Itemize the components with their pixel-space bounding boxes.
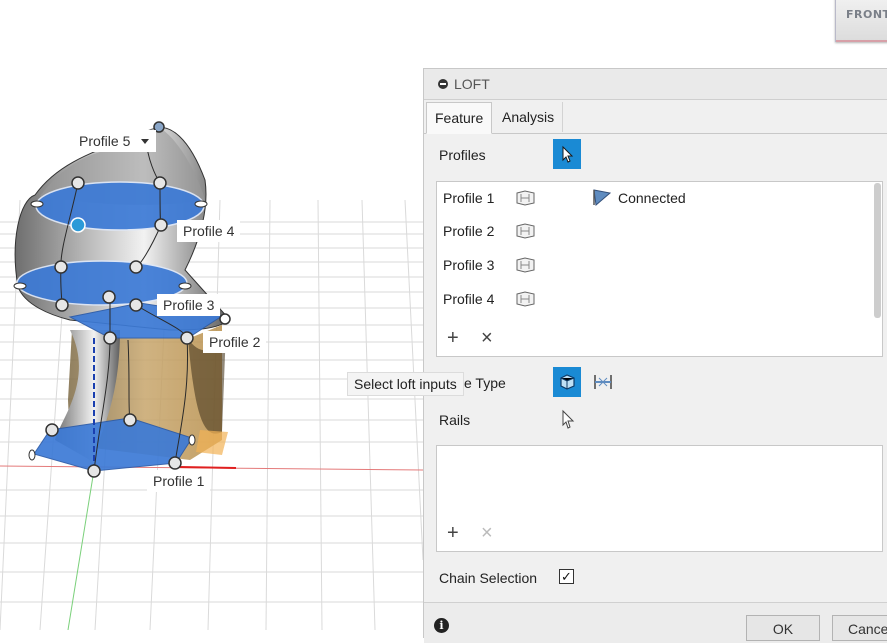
remove-rail-button[interactable]: ×	[481, 523, 493, 543]
profile-row-3[interactable]: Profile 3	[443, 257, 494, 273]
dropdown-triangle-icon[interactable]	[141, 139, 150, 144]
connected-flag-icon	[593, 189, 612, 206]
sketch-profile-icon	[516, 291, 535, 307]
profile-row-2[interactable]: Profile 2	[443, 223, 494, 239]
profiles-label: Profiles	[439, 147, 486, 163]
loft-dialog-header[interactable]: LOFT	[424, 69, 887, 100]
profile-5-label-text: Profile 5	[79, 133, 131, 149]
profile-4-label[interactable]: Profile 4	[177, 220, 241, 242]
profile-3-label[interactable]: Profile 3	[157, 294, 221, 316]
end-type-label: e Type	[464, 375, 506, 391]
profile-row-2-label: Profile 2	[443, 223, 495, 239]
view-cube-front-label: FRONT	[846, 8, 887, 21]
sketch-profile-icon	[516, 190, 535, 206]
profiles-select-button[interactable]	[553, 139, 581, 169]
profiles-list-scrollbar[interactable]	[874, 183, 881, 318]
profile-1-label[interactable]: Profile 1	[147, 470, 211, 492]
select-loft-inputs-tooltip: Select loft inputs	[347, 372, 464, 396]
loft-type-solid-button[interactable]	[553, 367, 581, 397]
sketch-profile-icon	[516, 223, 535, 239]
add-profile-button[interactable]: +	[447, 328, 459, 348]
tab-analysis[interactable]: Analysis	[494, 102, 564, 132]
chain-selection-label: Chain Selection	[439, 570, 538, 586]
checkmark-icon: ✓	[561, 569, 572, 584]
profile-row-4[interactable]: Profile 4	[443, 291, 494, 307]
connected-status: Connected	[618, 190, 686, 206]
profile-row-4-label: Profile 4	[443, 291, 495, 307]
solid-cube-icon	[560, 374, 575, 390]
add-rail-button[interactable]: +	[447, 523, 459, 543]
tab-feature[interactable]: Feature	[426, 102, 493, 134]
loft-tabs: Feature Analysis	[424, 101, 887, 134]
rails-label: Rails	[439, 412, 471, 428]
remove-profile-button[interactable]: ×	[481, 328, 493, 348]
collapse-icon[interactable]	[438, 79, 448, 89]
profile-row-1-label: Profile 1	[443, 190, 495, 206]
x-axis-highlight	[179, 466, 237, 469]
loft-dialog-footer: i OK Cance	[424, 602, 887, 643]
chain-selection-checkbox[interactable]: ✓	[559, 569, 574, 584]
y-axis	[67, 469, 95, 630]
rails-select-cursor-icon[interactable]	[560, 409, 576, 431]
sketch-profile-icon	[516, 257, 535, 273]
profiles-list[interactable]: Profile 1 Connected Profile 2 Profile 3 …	[436, 181, 883, 357]
loft-dialog: LOFT Feature Analysis Profiles Profile 1…	[423, 68, 887, 643]
loft-dialog-title: LOFT	[454, 76, 490, 92]
cancel-button[interactable]: Cance	[832, 615, 887, 641]
profile-row-3-label: Profile 3	[443, 257, 495, 273]
ok-button[interactable]: OK	[746, 615, 820, 641]
loft-type-surface-icon[interactable]	[591, 371, 615, 393]
profile-row-1[interactable]: Profile 1	[443, 190, 494, 206]
cursor-arrow-icon	[562, 145, 574, 163]
view-cube[interactable]: FRONT	[835, 0, 887, 42]
profile-2-label[interactable]: Profile 2	[203, 331, 267, 353]
info-icon[interactable]: i	[434, 618, 449, 633]
rails-list[interactable]: + ×	[436, 445, 883, 552]
profile-5-label[interactable]: Profile 5	[73, 130, 157, 152]
